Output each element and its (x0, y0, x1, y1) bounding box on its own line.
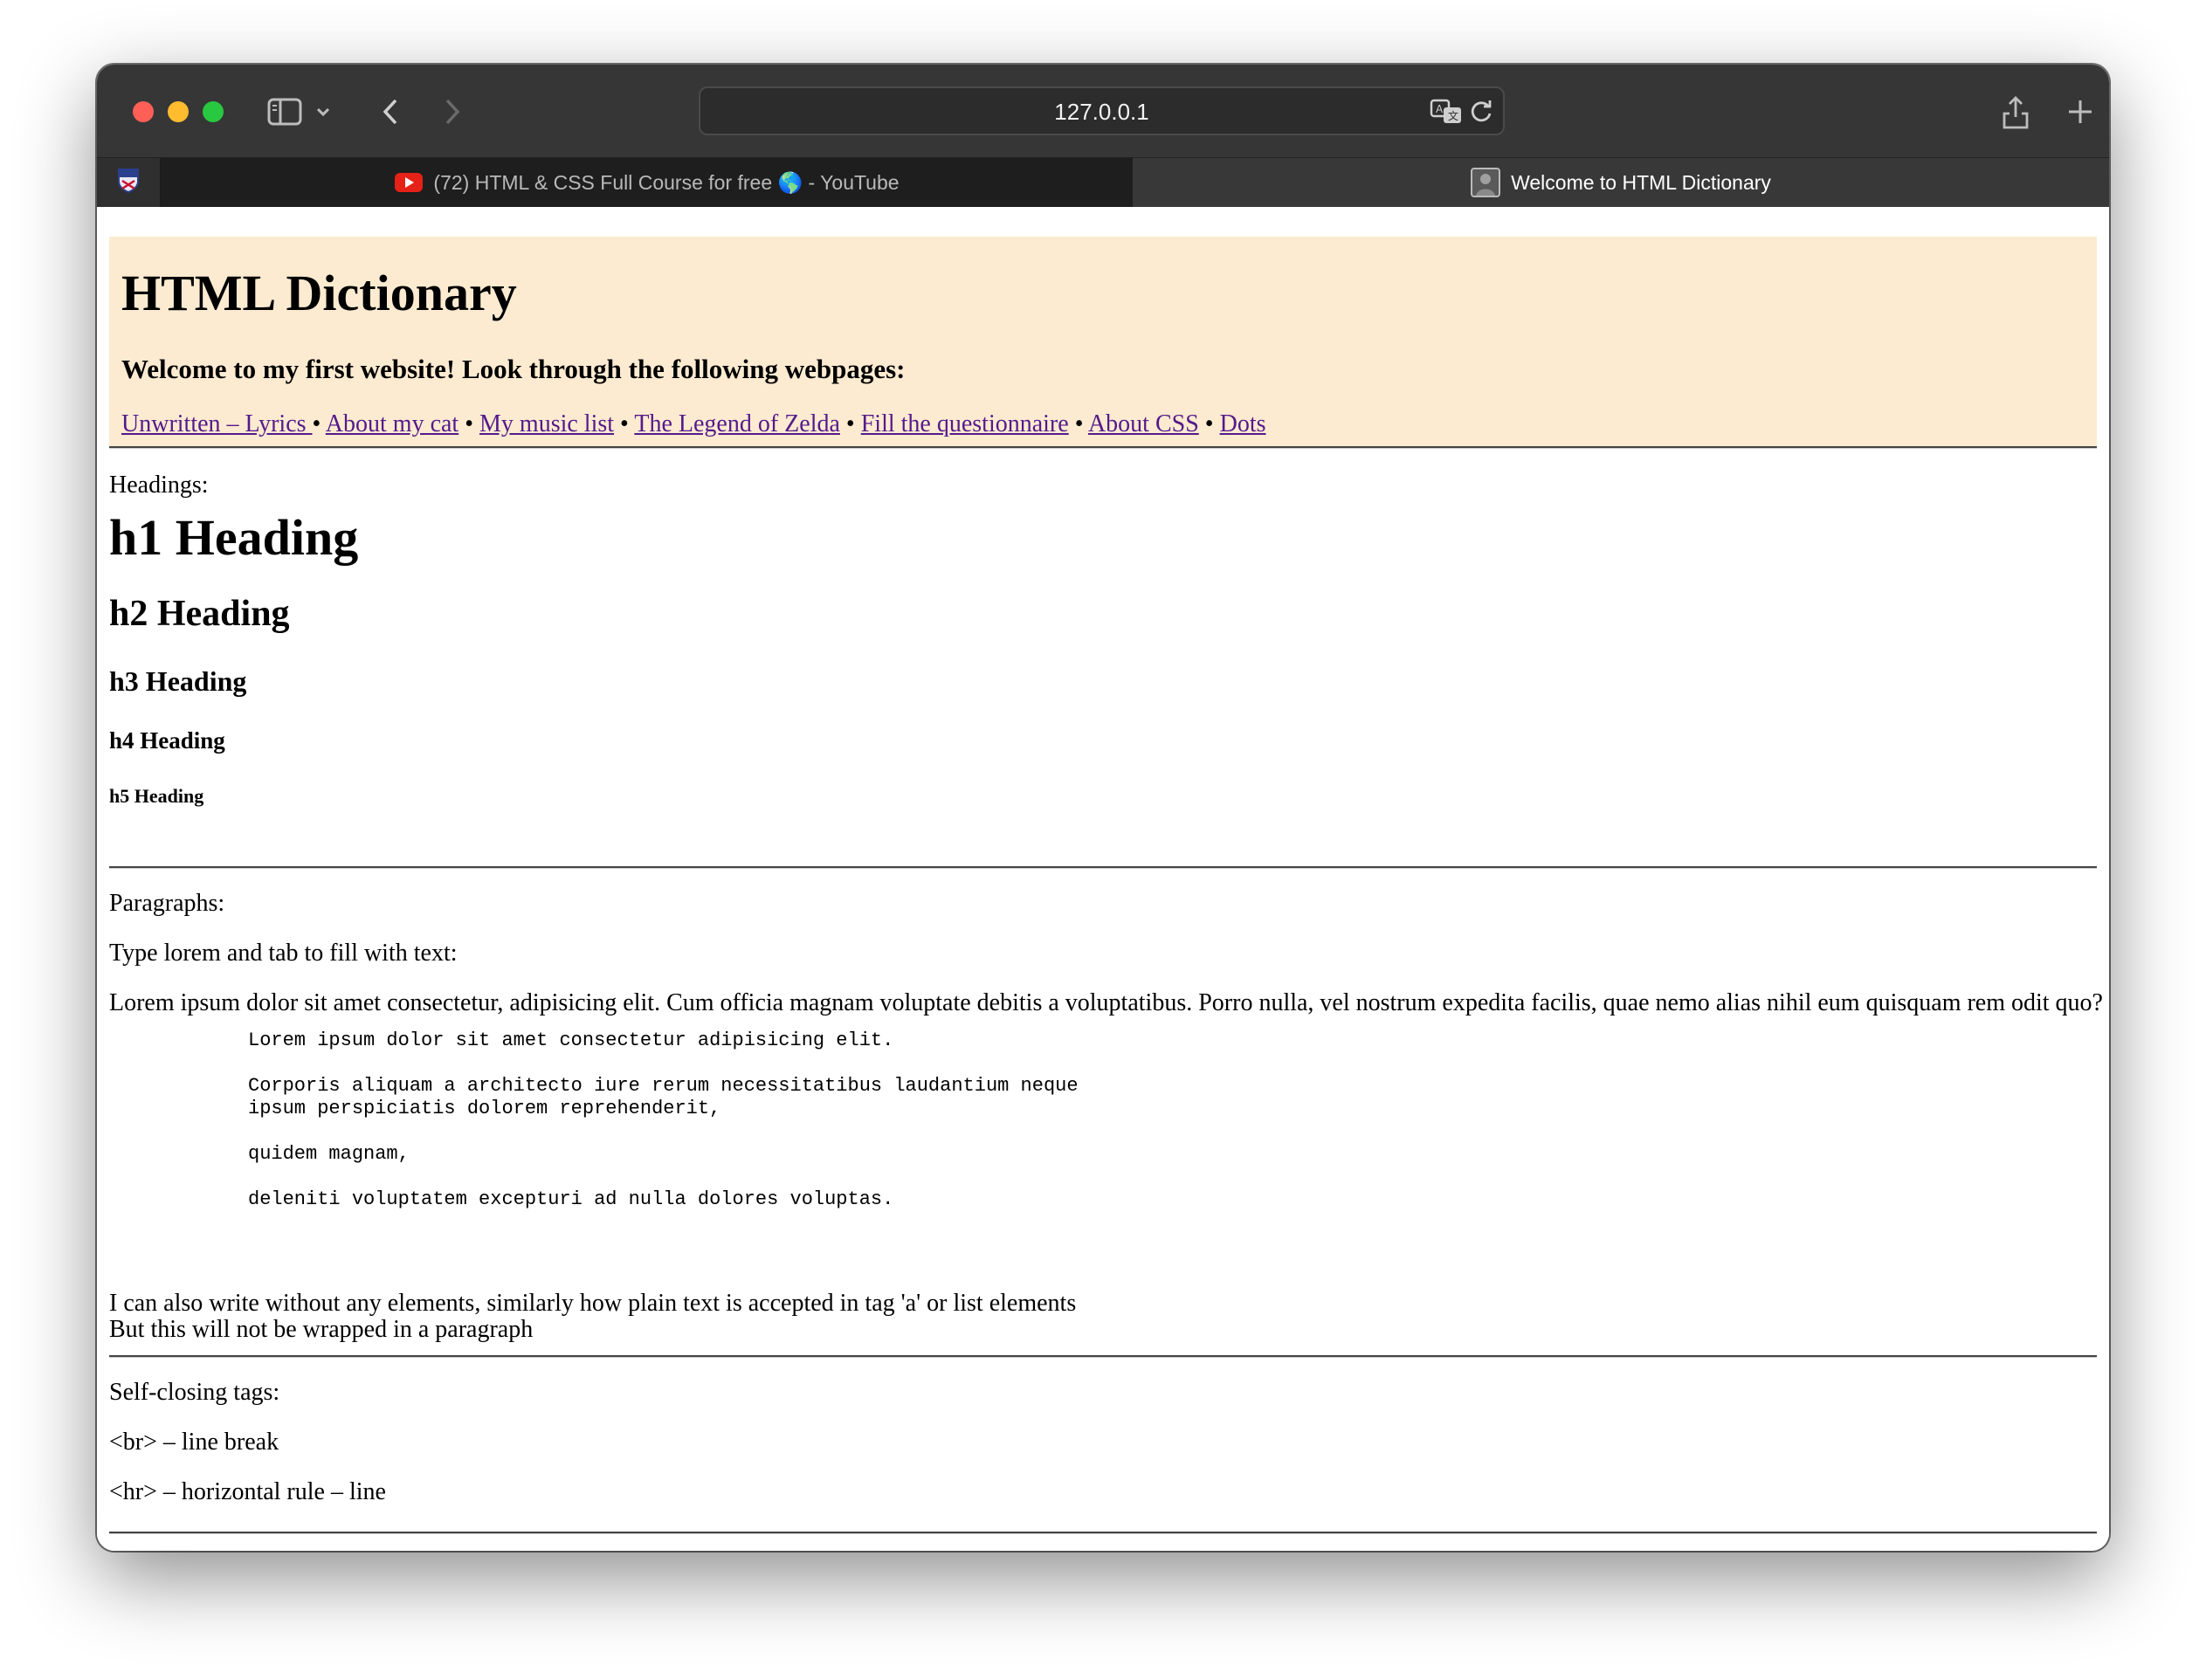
plain-text-line: I can also write without any elements, s… (109, 1290, 1077, 1317)
br-description: <br> – line break (109, 1429, 279, 1456)
address-bar[interactable]: 127.0.0.1 A文 (699, 86, 1505, 135)
headings-label: Headings: (109, 472, 209, 499)
minimize-window-button[interactable] (168, 101, 189, 122)
horizontal-rule (109, 1532, 2097, 1534)
page-title: HTML Dictionary (121, 265, 517, 321)
nav-links: Unwritten – Lyrics • About my cat • My m… (121, 410, 1266, 438)
site-header: HTML Dictionary Welcome to my first webs… (109, 237, 2097, 446)
close-window-button[interactable] (133, 101, 154, 122)
svg-text:A: A (1436, 103, 1444, 115)
browser-window: 127.0.0.1 A文 (72) HTML & CSS Full Course… (97, 65, 2109, 1551)
preformatted-line: Lorem ipsum dolor sit amet consectetur a… (248, 1029, 894, 1051)
nav-link-about-my-cat[interactable]: About my cat (326, 410, 458, 437)
nav-separator: • (1198, 410, 1220, 437)
new-tab-icon[interactable] (2063, 91, 2098, 133)
hr-description: <hr> – horizontal rule – line (109, 1478, 386, 1505)
forward-arrow-icon[interactable] (439, 91, 465, 133)
h5-heading: h5 Heading (109, 785, 204, 807)
plain-text-line: But this will not be wrapped in a paragr… (109, 1316, 534, 1343)
site-favicon (1471, 168, 1501, 197)
university-crest-favicon (117, 168, 140, 198)
welcome-heading: Welcome to my first website! Look throug… (121, 354, 906, 384)
preformatted-line: Corporis aliquam a architecto iure rerum… (248, 1075, 1079, 1119)
share-icon[interactable] (1998, 91, 2033, 133)
preformatted-line: deleniti voluptatem excepturi ad nulla d… (248, 1188, 894, 1210)
nav-separator: • (614, 410, 635, 437)
h3-heading: h3 Heading (109, 665, 247, 697)
tab-bar: (72) HTML & CSS Full Course for free 🌎 -… (97, 157, 2109, 207)
svg-text:文: 文 (1448, 109, 1458, 122)
pinned-tab[interactable] (97, 158, 162, 207)
h2-heading: h2 Heading (109, 594, 290, 634)
sidebar-icon[interactable] (265, 91, 304, 133)
youtube-favicon (395, 173, 424, 192)
translate-icon[interactable]: A文 (1430, 97, 1465, 131)
tab-youtube[interactable]: (72) HTML & CSS Full Course for free 🌎 -… (162, 158, 1133, 207)
nav-separator: • (839, 410, 861, 437)
nav-link-legend-of-zelda[interactable]: The Legend of Zelda (634, 410, 840, 437)
nav-link-about-css[interactable]: About CSS (1088, 410, 1199, 437)
nav-separator: • (1068, 410, 1088, 437)
nav-link-music-list[interactable]: My music list (479, 410, 614, 437)
self-closing-label: Self-closing tags: (109, 1379, 280, 1406)
back-arrow-icon[interactable] (377, 91, 403, 133)
paragraphs-label: Paragraphs: (109, 890, 225, 917)
h4-heading: h4 Heading (109, 727, 225, 754)
reload-icon[interactable] (1468, 99, 1494, 129)
tab-title: (72) HTML & CSS Full Course for free 🌎 -… (433, 170, 900, 194)
tab-title: Welcome to HTML Dictionary (1511, 170, 1771, 194)
chevron-down-icon[interactable] (313, 91, 334, 133)
nav-link-unwritten-lyrics[interactable]: Unwritten – Lyrics (121, 410, 313, 437)
lorem-hint: Type lorem and tab to fill with text: (109, 940, 458, 967)
url-text: 127.0.0.1 (1054, 99, 1149, 125)
tab-html-dictionary[interactable]: Welcome to HTML Dictionary (1133, 158, 2109, 207)
browser-toolbar: 127.0.0.1 A文 (97, 65, 2109, 157)
nav-link-questionnaire[interactable]: Fill the questionnaire (861, 410, 1069, 437)
horizontal-rule (109, 1355, 2097, 1358)
preformatted-line: quidem magnam, (248, 1143, 410, 1165)
nav-link-dots[interactable]: Dots (1220, 410, 1266, 437)
h1-heading: h1 Heading (109, 509, 359, 566)
horizontal-rule (109, 866, 2097, 869)
horizontal-rule (109, 446, 2097, 449)
zoom-window-button[interactable] (203, 101, 224, 122)
nav-separator: • (458, 410, 480, 437)
nav-separator: • (312, 410, 326, 437)
lorem-paragraph: Lorem ipsum dolor sit amet consectetur, … (109, 989, 2103, 1016)
page-content: HTML Dictionary Welcome to my first webs… (97, 207, 2109, 1551)
